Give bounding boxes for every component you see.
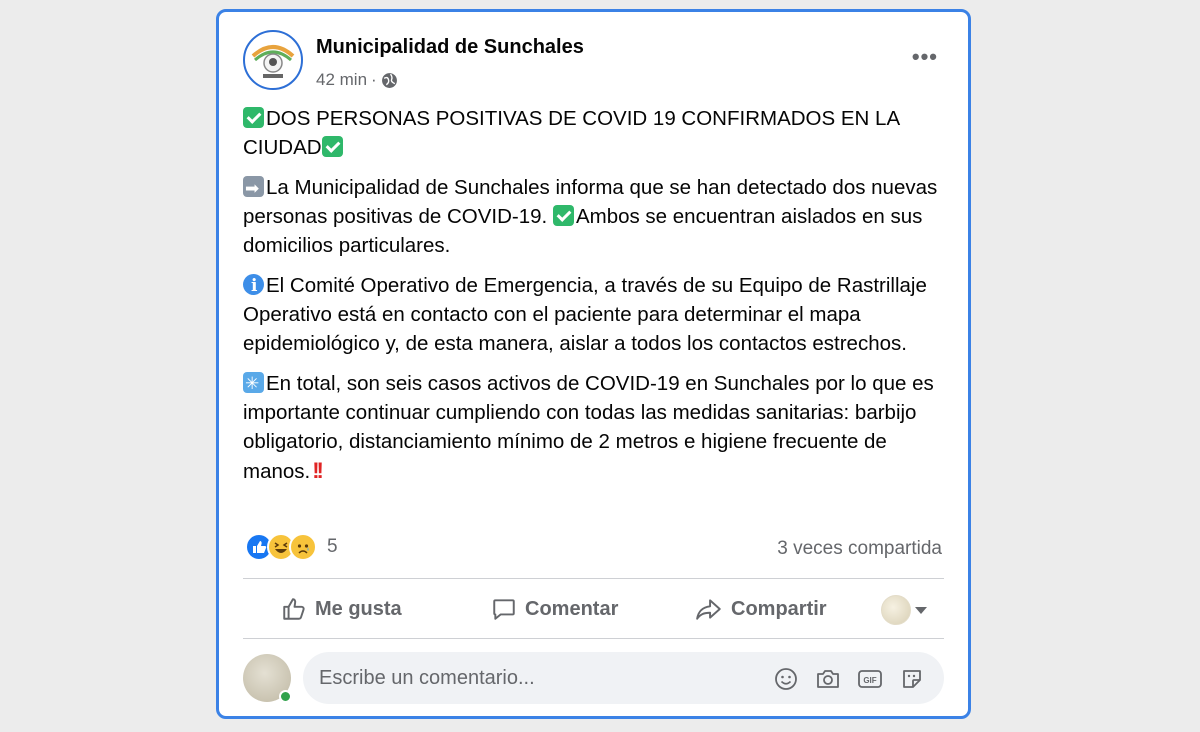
meta-separator: · (371, 70, 377, 89)
like-label: Me gusta (315, 597, 402, 620)
post-stats: 5 3 veces compartida (245, 530, 942, 570)
post-meta: 42 min · (316, 70, 398, 90)
municipality-logo-icon (251, 45, 295, 78)
sparkle-icon (243, 369, 264, 398)
share-button[interactable]: Compartir (695, 596, 827, 622)
post-body: DOS PERSONAS POSITIVAS DE COVID 19 CONFI… (243, 104, 953, 497)
thumbs-up-icon (283, 598, 305, 620)
camera-icon[interactable] (815, 666, 841, 692)
post-paragraph: DOS PERSONAS POSITIVAS DE COVID 19 CONFI… (243, 104, 953, 162)
post-time[interactable]: 42 min (316, 70, 367, 90)
emoji-icon[interactable] (773, 666, 799, 692)
share-count-link[interactable]: 3 veces compartida (777, 538, 942, 560)
more-options-icon[interactable]: ••• (912, 46, 938, 68)
post-card: Municipalidad de Sunchales 42 min · ••• … (216, 9, 971, 719)
comment-bubble-icon (493, 599, 515, 620)
check-mark-icon (552, 205, 574, 226)
share-arrow-icon (696, 599, 721, 620)
reactions-summary[interactable]: 5 (245, 533, 338, 561)
post-paragraph: El Comité Operativo de Emergencia, a tra… (243, 271, 953, 358)
gif-icon[interactable]: GIF (857, 666, 883, 692)
comment-input[interactable] (319, 666, 759, 690)
comment-label: Comentar (525, 597, 619, 620)
post-text: El Comité Operativo de Emergencia, a tra… (243, 274, 927, 355)
double-exclamation-icon: !! (312, 458, 324, 483)
right-arrow-icon (243, 174, 264, 203)
post-header: Municipalidad de Sunchales 42 min · ••• (243, 30, 948, 94)
share-label: Compartir (731, 597, 827, 620)
like-button[interactable]: Me gusta (281, 596, 402, 622)
post-paragraph: En total, son seis casos activos de COVI… (243, 369, 953, 486)
audience-selector[interactable] (881, 595, 927, 625)
check-mark-icon (321, 136, 343, 157)
comment-box: GIF (303, 652, 944, 704)
action-bar: Me gusta Comentar Compartir (243, 584, 944, 638)
divider (243, 578, 944, 579)
sticker-icon[interactable] (899, 666, 925, 692)
user-mini-avatar (881, 595, 911, 625)
page-name-link[interactable]: Municipalidad de Sunchales (316, 36, 584, 59)
post-paragraph: La Municipalidad de Sunchales informa qu… (243, 173, 953, 260)
comment-button[interactable]: Comentar (491, 596, 618, 622)
globe-icon[interactable] (381, 72, 398, 89)
chevron-down-icon (915, 606, 927, 614)
divider (243, 638, 944, 639)
comment-composer: GIF (243, 652, 944, 704)
reaction-count: 5 (327, 536, 338, 557)
sad-reaction-icon (289, 533, 317, 561)
svg-text:GIF: GIF (863, 676, 876, 685)
check-mark-icon (243, 107, 264, 128)
post-text: En total, son seis casos activos de COVI… (243, 372, 934, 483)
info-icon (243, 272, 264, 301)
page-avatar[interactable] (243, 30, 303, 90)
online-status-icon (279, 690, 292, 703)
